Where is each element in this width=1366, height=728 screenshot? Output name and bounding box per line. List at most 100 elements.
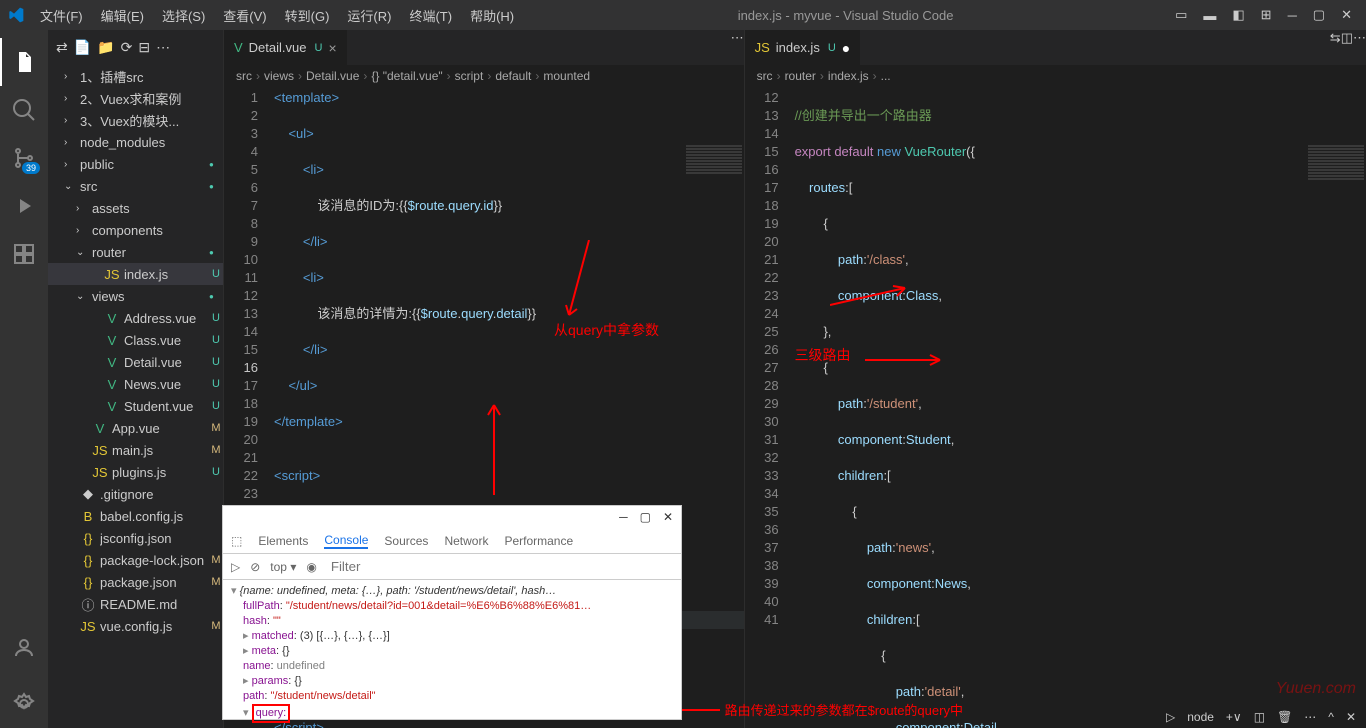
explorer-icon[interactable] xyxy=(0,38,48,86)
status-more-icon[interactable]: ⋯ xyxy=(1304,710,1316,724)
menu-bar: 文件(F)编辑(E)选择(S)查看(V)转到(G)运行(R)终端(T)帮助(H) xyxy=(32,2,522,29)
tree-item[interactable]: JSvue.config.jsM xyxy=(48,615,223,637)
settings-gear-icon[interactable] xyxy=(0,680,48,728)
refresh-icon[interactable]: ⟳ xyxy=(121,39,133,56)
menu-item[interactable]: 查看(V) xyxy=(215,2,274,29)
devtools-close-icon[interactable]: ✕ xyxy=(663,510,673,524)
status-bar: ▷ node +∨ ◫ 🗑 ⋯ ^ ✕ xyxy=(1156,706,1366,728)
breadcrumb-1[interactable]: src › views › Detail.vue › {} "detail.vu… xyxy=(224,65,744,87)
tree-item[interactable]: VDetail.vueU xyxy=(48,351,223,373)
tab-actions-icon[interactable]: ⋯ xyxy=(1353,30,1366,65)
status-add-icon[interactable]: +∨ xyxy=(1226,710,1242,724)
tab-label: Detail.vue xyxy=(249,40,307,55)
layout-icon[interactable]: ▭ xyxy=(1169,3,1193,27)
tree-item[interactable]: ⌄router● xyxy=(48,241,223,263)
devtools-tabs: ⬚ Elements Console Sources Network Perfo… xyxy=(223,528,681,554)
source-control-icon[interactable]: 39 xyxy=(0,134,48,182)
devtools-maximize-icon[interactable]: ▢ xyxy=(640,510,651,524)
tab-detail-vue[interactable]: V Detail.vue U × xyxy=(224,30,348,65)
devtools-tab-elements[interactable]: Elements xyxy=(258,534,308,548)
menu-item[interactable]: 编辑(E) xyxy=(93,2,152,29)
tab-close-icon[interactable]: × xyxy=(328,40,336,56)
menu-item[interactable]: 文件(F) xyxy=(32,2,91,29)
minimap-1[interactable] xyxy=(684,144,744,204)
devtools-titlebar: ─ ▢ ✕ xyxy=(223,506,681,528)
compare-icon[interactable]: ⇆ xyxy=(1330,30,1341,65)
tree-item[interactable]: {}jsconfig.json xyxy=(48,527,223,549)
account-icon[interactable] xyxy=(0,624,48,672)
menu-item[interactable]: 帮助(H) xyxy=(462,2,522,29)
menu-item[interactable]: 选择(S) xyxy=(154,2,213,29)
devtools-context[interactable]: top ▾ xyxy=(270,560,296,574)
tab-modified-icon[interactable]: ● xyxy=(842,40,850,56)
tree-item[interactable]: Bbabel.config.js xyxy=(48,505,223,527)
minimap-2[interactable] xyxy=(1306,144,1366,204)
tree-item[interactable]: ›3、Vuex的模块... xyxy=(48,109,223,131)
devtools-clear-icon[interactable]: ⊘ xyxy=(250,560,260,574)
tab-actions-icon[interactable]: ⋯ xyxy=(731,30,744,65)
devtools-console-output[interactable]: ▾ {name: undefined, meta: {…}, path: '/s… xyxy=(223,580,681,727)
tree-item[interactable]: {}package.jsonM xyxy=(48,571,223,593)
status-run-icon[interactable]: ▷ xyxy=(1166,710,1175,724)
tree-item[interactable]: ›1、插槽src xyxy=(48,65,223,87)
tree-item[interactable]: JSmain.jsM xyxy=(48,439,223,461)
more-icon[interactable]: ⋯ xyxy=(156,39,170,56)
run-debug-icon[interactable] xyxy=(0,182,48,230)
tree-item[interactable]: {}package-lock.jsonM xyxy=(48,549,223,571)
devtools-inspect-icon[interactable]: ⬚ xyxy=(231,534,242,548)
js-file-icon: JS xyxy=(755,40,770,55)
menu-item[interactable]: 终端(T) xyxy=(401,2,460,29)
tree-item[interactable]: JSplugins.jsU xyxy=(48,461,223,483)
new-folder-icon[interactable]: 📁 xyxy=(97,39,114,56)
collapse-icon[interactable]: ⊟ xyxy=(138,39,150,56)
sidebar-icon[interactable]: ◧ xyxy=(1226,3,1250,27)
tree-item[interactable]: JSindex.jsU xyxy=(48,263,223,285)
toggle-icon[interactable]: ⇄ xyxy=(56,39,68,56)
status-chevron-icon[interactable]: ^ xyxy=(1328,710,1334,724)
split-icon[interactable]: ◫ xyxy=(1341,30,1353,65)
devtools-tab-performance[interactable]: Performance xyxy=(504,534,573,548)
menu-item[interactable]: 转到(G) xyxy=(277,2,338,29)
tree-item[interactable]: ›node_modules xyxy=(48,131,223,153)
tree-item[interactable]: ›public● xyxy=(48,153,223,175)
tree-item[interactable]: ›assets xyxy=(48,197,223,219)
tab-index-js[interactable]: JS index.js U ● xyxy=(745,30,862,65)
tab-status: U xyxy=(314,42,322,54)
status-split-icon[interactable]: ◫ xyxy=(1254,710,1265,724)
devtools-eye-icon[interactable]: ◉ xyxy=(306,560,316,574)
tree-item[interactable]: ⓘREADME.md xyxy=(48,593,223,615)
tree-item[interactable]: VClass.vueU xyxy=(48,329,223,351)
devtools-minimize-icon[interactable]: ─ xyxy=(619,510,628,524)
close-icon[interactable]: ✕ xyxy=(1335,3,1358,27)
status-close-icon[interactable]: ✕ xyxy=(1346,710,1356,724)
breadcrumb-2[interactable]: src › router › index.js › ... xyxy=(745,65,1366,87)
devtools-filter-input[interactable] xyxy=(327,557,512,576)
tab-label: index.js xyxy=(776,40,820,55)
status-node[interactable]: node xyxy=(1187,710,1214,724)
code-content-2[interactable]: //创建并导出一个路由器 export default new VueRoute… xyxy=(795,87,1366,728)
menu-item[interactable]: 运行(R) xyxy=(339,2,399,29)
tree-item[interactable]: ›2、Vuex求和案例 xyxy=(48,87,223,109)
status-trash-icon[interactable]: 🗑 xyxy=(1277,710,1292,724)
customize-layout-icon[interactable]: ⊞ xyxy=(1255,3,1278,27)
tree-item[interactable]: VAddress.vueU xyxy=(48,307,223,329)
tree-item[interactable]: ⌄views● xyxy=(48,285,223,307)
new-file-icon[interactable]: 📄 xyxy=(74,39,91,56)
vue-file-icon: V xyxy=(234,40,243,55)
tree-item[interactable]: ›components xyxy=(48,219,223,241)
panel-icon[interactable]: ▬ xyxy=(1197,4,1222,27)
devtools-tab-network[interactable]: Network xyxy=(444,534,488,548)
tree-item[interactable]: ◆.gitignore xyxy=(48,483,223,505)
title-bar: 文件(F)编辑(E)选择(S)查看(V)转到(G)运行(R)终端(T)帮助(H)… xyxy=(0,0,1366,30)
tree-item[interactable]: VApp.vueM xyxy=(48,417,223,439)
tree-item[interactable]: VStudent.vueU xyxy=(48,395,223,417)
devtools-play-icon[interactable]: ▷ xyxy=(231,560,240,574)
minimize-icon[interactable]: ─ xyxy=(1282,4,1303,27)
extensions-icon[interactable] xyxy=(0,230,48,278)
tree-item[interactable]: ⌄src● xyxy=(48,175,223,197)
maximize-icon[interactable]: ▢ xyxy=(1307,3,1331,27)
devtools-tab-console[interactable]: Console xyxy=(324,533,368,549)
search-icon[interactable] xyxy=(0,86,48,134)
devtools-tab-sources[interactable]: Sources xyxy=(384,534,428,548)
tree-item[interactable]: VNews.vueU xyxy=(48,373,223,395)
